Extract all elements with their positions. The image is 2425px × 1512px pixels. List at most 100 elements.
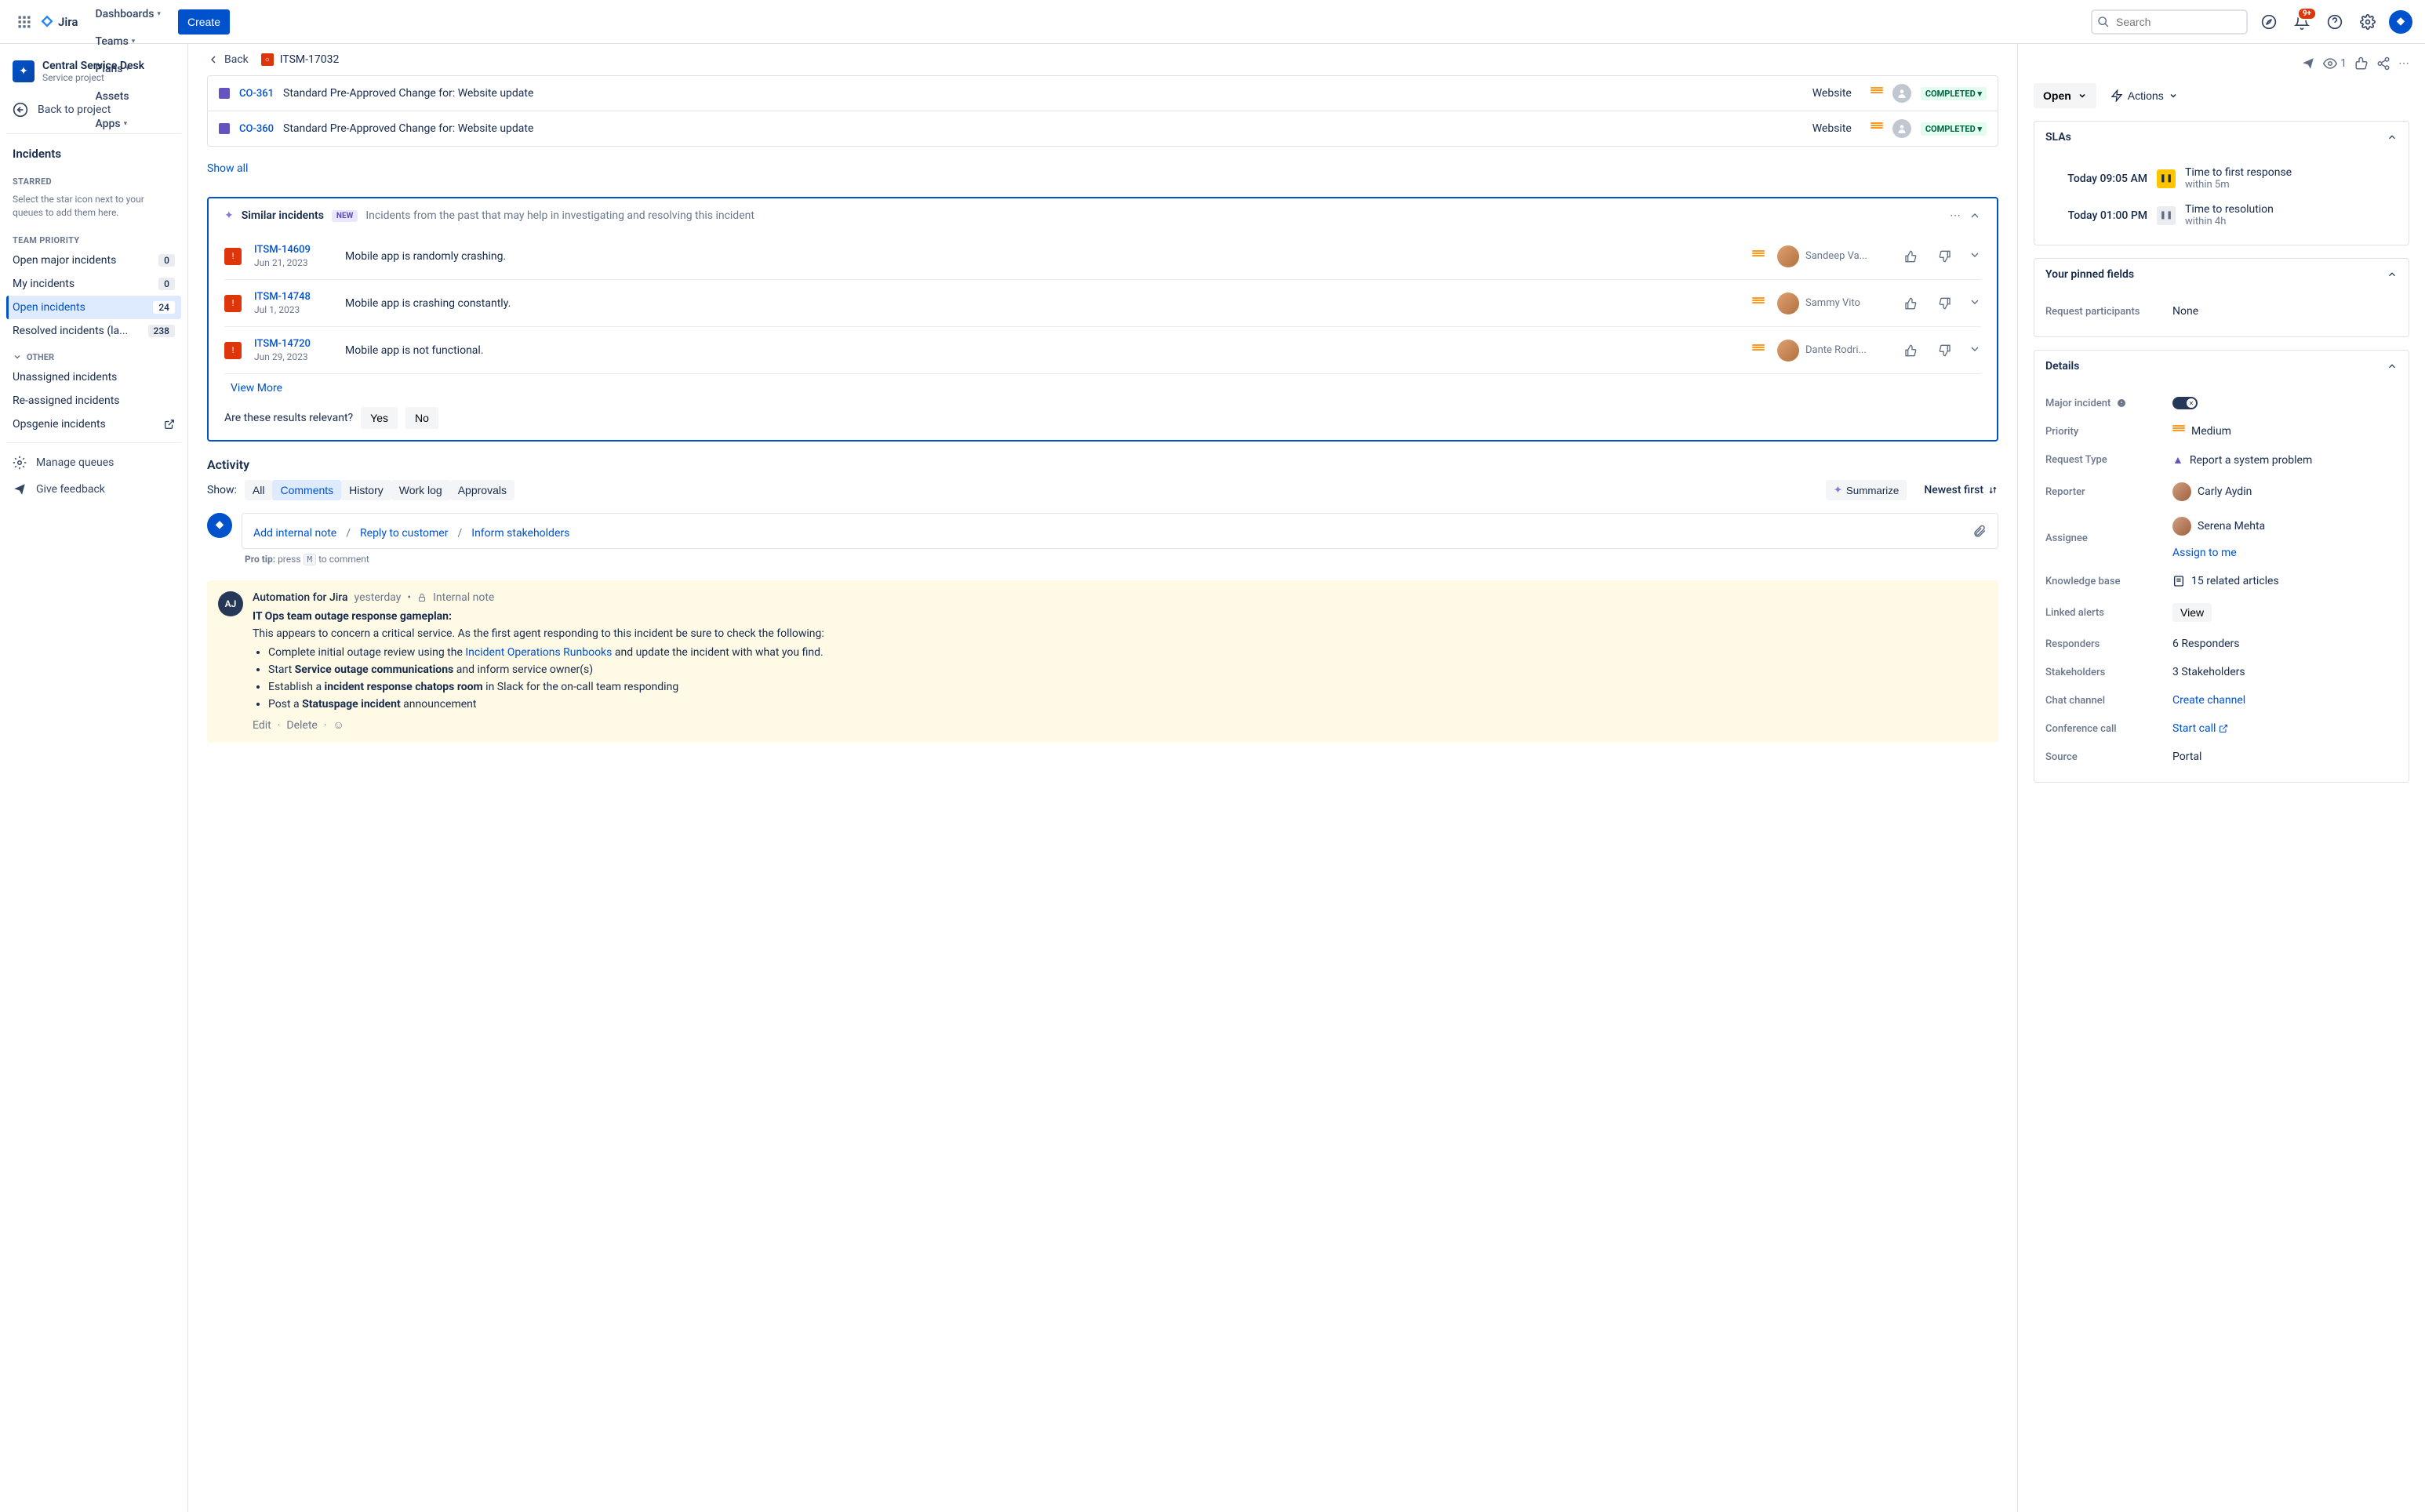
thumbs-down-button[interactable] xyxy=(1934,293,1956,314)
thumbs-up-button[interactable] xyxy=(1900,293,1921,314)
back-to-project[interactable]: Back to project xyxy=(6,96,181,124)
slas-header[interactable]: SLAs xyxy=(2034,122,2409,154)
settings-icon[interactable] xyxy=(2356,10,2380,34)
reply-to-customer-link[interactable]: Reply to customer xyxy=(360,527,448,540)
linked-alerts-view-button[interactable]: View xyxy=(2172,603,2212,622)
composer-box[interactable]: Add internal note / Reply to customer / … xyxy=(242,513,1998,549)
starred-help: Select the star icon next to your queues… xyxy=(6,190,181,226)
feedback-icon[interactable] xyxy=(2301,56,2315,71)
sort-button[interactable]: Newest first xyxy=(1924,484,1998,496)
thumbs-down-button[interactable] xyxy=(1934,245,1956,267)
create-channel-link[interactable]: Create channel xyxy=(2172,694,2245,707)
chat-label: Chat channel xyxy=(2045,695,2163,707)
thumbs-up-button[interactable] xyxy=(1900,340,1921,362)
sidebar-heading: Incidents xyxy=(6,140,181,167)
responders-label: Responders xyxy=(2045,638,2163,650)
status-dropdown[interactable]: Open xyxy=(2034,83,2096,108)
queue-item[interactable]: Resolved incidents (la...238 xyxy=(6,319,181,343)
edit-link[interactable]: Edit xyxy=(253,719,271,732)
participants-label: Request participants xyxy=(2045,306,2163,318)
expand-chevron-icon[interactable] xyxy=(1969,249,1981,264)
other-item[interactable]: Unassigned incidents xyxy=(6,365,181,389)
add-internal-note-link[interactable]: Add internal note xyxy=(253,527,336,540)
similar-more-icon[interactable]: ⋯ xyxy=(1950,209,1961,222)
notification-badge: 9+ xyxy=(2297,7,2317,20)
pinned-header[interactable]: Your pinned fields xyxy=(2034,259,2409,291)
other-label[interactable]: OTHER xyxy=(6,343,181,365)
stakeholders-value[interactable]: 3 Stakeholders xyxy=(2172,666,2398,678)
expand-chevron-icon[interactable] xyxy=(1969,296,1981,311)
linked-issue-row[interactable]: CO-361Standard Pre-Approved Change for: … xyxy=(208,76,1998,111)
assign-to-me-link[interactable]: Assign to me xyxy=(2172,547,2237,559)
issue-key: ITSM-17032 xyxy=(280,53,340,66)
inform-stakeholders-link[interactable]: Inform stakeholders xyxy=(471,527,569,540)
view-more-link[interactable]: View More xyxy=(231,374,282,399)
priority-value[interactable]: Medium xyxy=(2172,425,2398,438)
expand-chevron-icon[interactable] xyxy=(1969,343,1981,358)
thumbs-up-button[interactable] xyxy=(1900,245,1921,267)
relevance-no-button[interactable]: No xyxy=(405,407,438,429)
activity-tab-approvals[interactable]: Approvals xyxy=(450,480,514,500)
sla-row: Today 01:00 PM❚❚Time to resolutionwithin… xyxy=(2045,197,2398,234)
relevance-yes-button[interactable]: Yes xyxy=(361,407,398,429)
back-button[interactable]: Back xyxy=(207,53,249,66)
create-button[interactable]: Create xyxy=(178,9,230,35)
linked-issue-row[interactable]: CO-360Standard Pre-Approved Change for: … xyxy=(208,111,1998,146)
profile-avatar[interactable] xyxy=(2389,10,2412,34)
source-label: Source xyxy=(2045,751,2163,763)
issue-key-badge[interactable]: ○ ITSM-17032 xyxy=(261,53,340,66)
delete-link[interactable]: Delete xyxy=(286,719,317,732)
comment-card: AJ Automation for Jira yesterday • Inter… xyxy=(207,580,1998,743)
comment-composer: Add internal note / Reply to customer / … xyxy=(207,513,1998,549)
manage-queues[interactable]: Manage queues xyxy=(6,449,181,476)
start-call-link[interactable]: Start call xyxy=(2172,722,2228,735)
sla-rows: Today 09:05 AM❚❚Time to first responsewi… xyxy=(2034,154,2409,245)
notifications-icon[interactable]: 9+ xyxy=(2290,10,2314,34)
like-icon[interactable] xyxy=(2354,56,2369,71)
thumbs-down-button[interactable] xyxy=(1934,340,1956,362)
compass-icon[interactable] xyxy=(2257,10,2281,34)
other-item[interactable]: Re-assigned incidents xyxy=(6,389,181,413)
reporter-avatar-icon xyxy=(2172,482,2191,501)
kb-value[interactable]: 15 related articles xyxy=(2172,575,2398,587)
details-header[interactable]: Details xyxy=(2034,351,2409,383)
similar-collapse-icon[interactable] xyxy=(1969,209,1981,222)
major-incident-toggle[interactable] xyxy=(2172,397,2198,409)
conf-label: Conference call xyxy=(2045,723,2163,735)
actions-dropdown[interactable]: Actions xyxy=(2103,83,2186,108)
reporter-value[interactable]: Carly Aydin xyxy=(2172,482,2398,501)
app-switcher-icon[interactable] xyxy=(13,10,36,34)
reaction-icon[interactable]: ☺ xyxy=(333,718,344,732)
show-all-link[interactable]: Show all xyxy=(207,156,248,181)
activity-tab-all[interactable]: All xyxy=(245,480,273,500)
give-feedback[interactable]: Give feedback xyxy=(6,476,181,503)
stakeholders-label: Stakeholders xyxy=(2045,667,2163,678)
queue-item[interactable]: Open incidents24 xyxy=(6,296,181,319)
assignee-value[interactable]: Serena Mehta Assign to me xyxy=(2172,517,2398,559)
summarize-button[interactable]: ✦ Summarize xyxy=(1826,480,1907,500)
info-icon[interactable] xyxy=(2117,398,2126,408)
more-icon[interactable]: ⋯ xyxy=(2398,57,2409,70)
nav-item-dashboards[interactable]: Dashboards ▾ xyxy=(87,2,168,29)
project-header: ✦ Central Service Desk Service project xyxy=(6,56,181,96)
queue-item[interactable]: My incidents0 xyxy=(6,272,181,296)
watchers-icon[interactable]: 1 xyxy=(2323,56,2347,71)
search-input[interactable] xyxy=(2091,9,2248,35)
activity-tab-history[interactable]: History xyxy=(341,480,391,500)
request-type-value[interactable]: ▲ Report a system problem xyxy=(2172,453,2398,467)
activity-tab-comments[interactable]: Comments xyxy=(272,480,341,500)
attach-icon[interactable] xyxy=(1972,525,1987,542)
share-icon[interactable] xyxy=(2376,56,2390,71)
participants-value[interactable]: None xyxy=(2172,305,2398,318)
other-list: Unassigned incidentsRe-assigned incident… xyxy=(6,365,181,436)
external-link-icon xyxy=(2219,724,2228,733)
responders-value[interactable]: 6 Responders xyxy=(2172,638,2398,650)
comment-content: IT Ops team outage response gameplan: Th… xyxy=(253,610,1987,711)
search-box xyxy=(2091,9,2248,35)
activity-tab-work-log[interactable]: Work log xyxy=(391,480,450,500)
other-item[interactable]: Opsgenie incidents xyxy=(6,413,181,436)
jira-logo[interactable]: Jira xyxy=(39,14,78,30)
help-icon[interactable] xyxy=(2323,10,2347,34)
queue-item[interactable]: Open major incidents0 xyxy=(6,249,181,272)
composer-tabs: Add internal note / Reply to customer / … xyxy=(253,525,1987,542)
